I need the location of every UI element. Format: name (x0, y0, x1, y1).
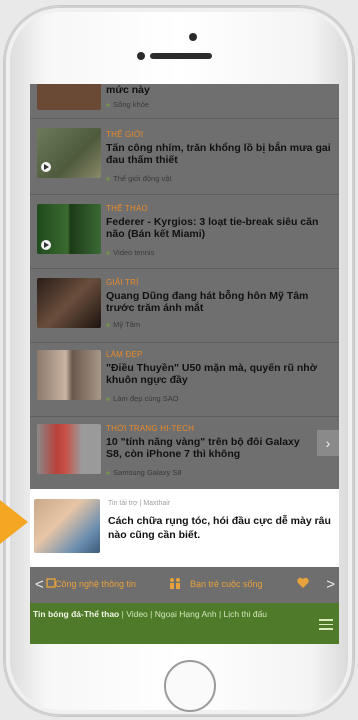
divider (30, 118, 339, 119)
screen: mức này » Sống khỏe THẾ GIỚI Tấn công nhí… (30, 84, 339, 644)
article-title[interactable]: 10 "tính năng vàng" trên bộ đôi Galaxy S… (106, 436, 314, 460)
speaker-grille (150, 53, 212, 59)
list-item[interactable]: THỂ THAO Federer - Kyrgios: 3 loạt tie-b… (30, 198, 339, 268)
category-item-ban-tre[interactable]: Bạn trẻ cuộc sống (190, 579, 263, 589)
article-thumbnail[interactable] (37, 424, 101, 474)
divider (30, 416, 339, 417)
double-chevron-icon: » (106, 394, 111, 403)
article-thumbnail[interactable] (37, 278, 101, 328)
tag-label: Samsung Galaxy S8 (113, 468, 182, 477)
bottom-bar: Tin bóng đá-Thể thao | Video | Ngoại Hạn… (30, 603, 339, 644)
article-tag[interactable]: » Làm đẹp cùng SAO (106, 394, 179, 403)
divider (30, 342, 339, 343)
article-thumbnail[interactable] (37, 84, 101, 110)
article-tag[interactable]: » Samsung Galaxy S8 (106, 468, 182, 477)
camera-icon (189, 33, 197, 41)
article-category: THỜI TRANG HI-TECH (106, 424, 195, 433)
ad-title[interactable]: Cách chữa rụng tóc, hói đầu cực dễ mày r… (108, 514, 334, 542)
article-category: GIẢI TRÍ (106, 278, 139, 287)
divider (30, 194, 339, 195)
tag-label: Thế giới động vật (113, 174, 172, 183)
list-item[interactable]: THỜI TRANG HI-TECH 10 "tính năng vàng" t… (30, 420, 339, 488)
hamburger-menu-icon[interactable] (319, 619, 333, 630)
news-feed: mức này » Sống khỏe THẾ GIỚI Tấn công nhí… (30, 84, 339, 489)
article-category: THỂ THAO (106, 204, 148, 213)
bottom-link-bold[interactable]: Tin bóng đá-Thể thao (33, 609, 119, 619)
ad-source: Tin tài trợ | Maxthair (108, 500, 171, 507)
category-prev-button[interactable]: < (35, 576, 44, 593)
divider (30, 268, 339, 269)
list-item[interactable]: GIẢI TRÍ Quang Dũng đang hát bỗng hôn Mỹ… (30, 272, 339, 342)
ad-thumbnail[interactable] (34, 499, 100, 553)
article-tag[interactable]: » Thế giới động vật (106, 174, 171, 183)
article-thumbnail[interactable] (37, 128, 101, 178)
double-chevron-icon: » (106, 248, 111, 257)
list-item[interactable]: LÀM ĐẸP "Điều Thuyền" U50 mặn mà, quyến … (30, 346, 339, 416)
heart-icon (296, 576, 310, 590)
article-title[interactable]: Tấn công nhím, trăn khổng lồ bị bắn mưa … (106, 142, 334, 166)
category-next-button[interactable]: > (326, 576, 335, 593)
article-title[interactable]: "Điều Thuyền" U50 mặn mà, quyến rũ nhờ k… (106, 362, 334, 386)
article-thumbnail[interactable] (37, 204, 101, 254)
sponsored-card[interactable]: Tin tài trợ | Maxthair Cách chữa rụng tó… (30, 489, 339, 567)
double-chevron-icon: » (106, 320, 111, 329)
home-button[interactable] (164, 660, 216, 712)
article-thumbnail[interactable] (37, 350, 101, 400)
category-item-cong-nghe[interactable]: Công nghệ thông tin (55, 579, 136, 589)
article-title[interactable]: Federer - Kyrgios: 3 loạt tie-break siêu… (106, 216, 334, 240)
double-chevron-icon: » (106, 468, 111, 477)
pointer-arrow-icon (0, 500, 28, 544)
sensor-dot (137, 52, 145, 60)
tag-label: Video tennis (113, 248, 155, 257)
bottom-link-rest[interactable]: Video | Ngoại Hạng Anh | Lịch thi đấu (126, 609, 267, 619)
double-chevron-icon: » (106, 100, 111, 109)
tag-label: Mỹ Tâm (113, 320, 141, 329)
play-icon (41, 162, 51, 172)
list-item[interactable]: THẾ GIỚI Tấn công nhím, trăn khổng lồ bị… (30, 124, 339, 194)
article-title[interactable]: mức này (106, 84, 334, 96)
article-tag[interactable]: » Video tennis (106, 248, 154, 257)
list-item[interactable]: mức này » Sống khỏe (30, 84, 339, 114)
article-category: LÀM ĐẸP (106, 350, 143, 359)
article-title[interactable]: Quang Dũng đang hát bỗng hôn Mỹ Tâm trướ… (106, 290, 334, 314)
article-category: THẾ GIỚI (106, 130, 144, 139)
article-tag[interactable]: » Mỹ Tâm (106, 320, 140, 329)
category-bar: < Công nghệ thông tin Bạn trẻ cuộc sống … (30, 567, 339, 603)
article-tag[interactable]: » Sống khỏe (106, 100, 149, 109)
bottom-links[interactable]: Tin bóng đá-Thể thao | Video | Ngoại Hạn… (33, 609, 315, 620)
double-chevron-icon: » (106, 174, 111, 183)
people-icon (168, 576, 182, 590)
tag-label: Sống khỏe (113, 100, 150, 109)
carousel-next-button[interactable]: › (317, 430, 339, 456)
play-icon (41, 240, 51, 250)
tag-label: Làm đẹp cùng SAO (113, 394, 179, 403)
